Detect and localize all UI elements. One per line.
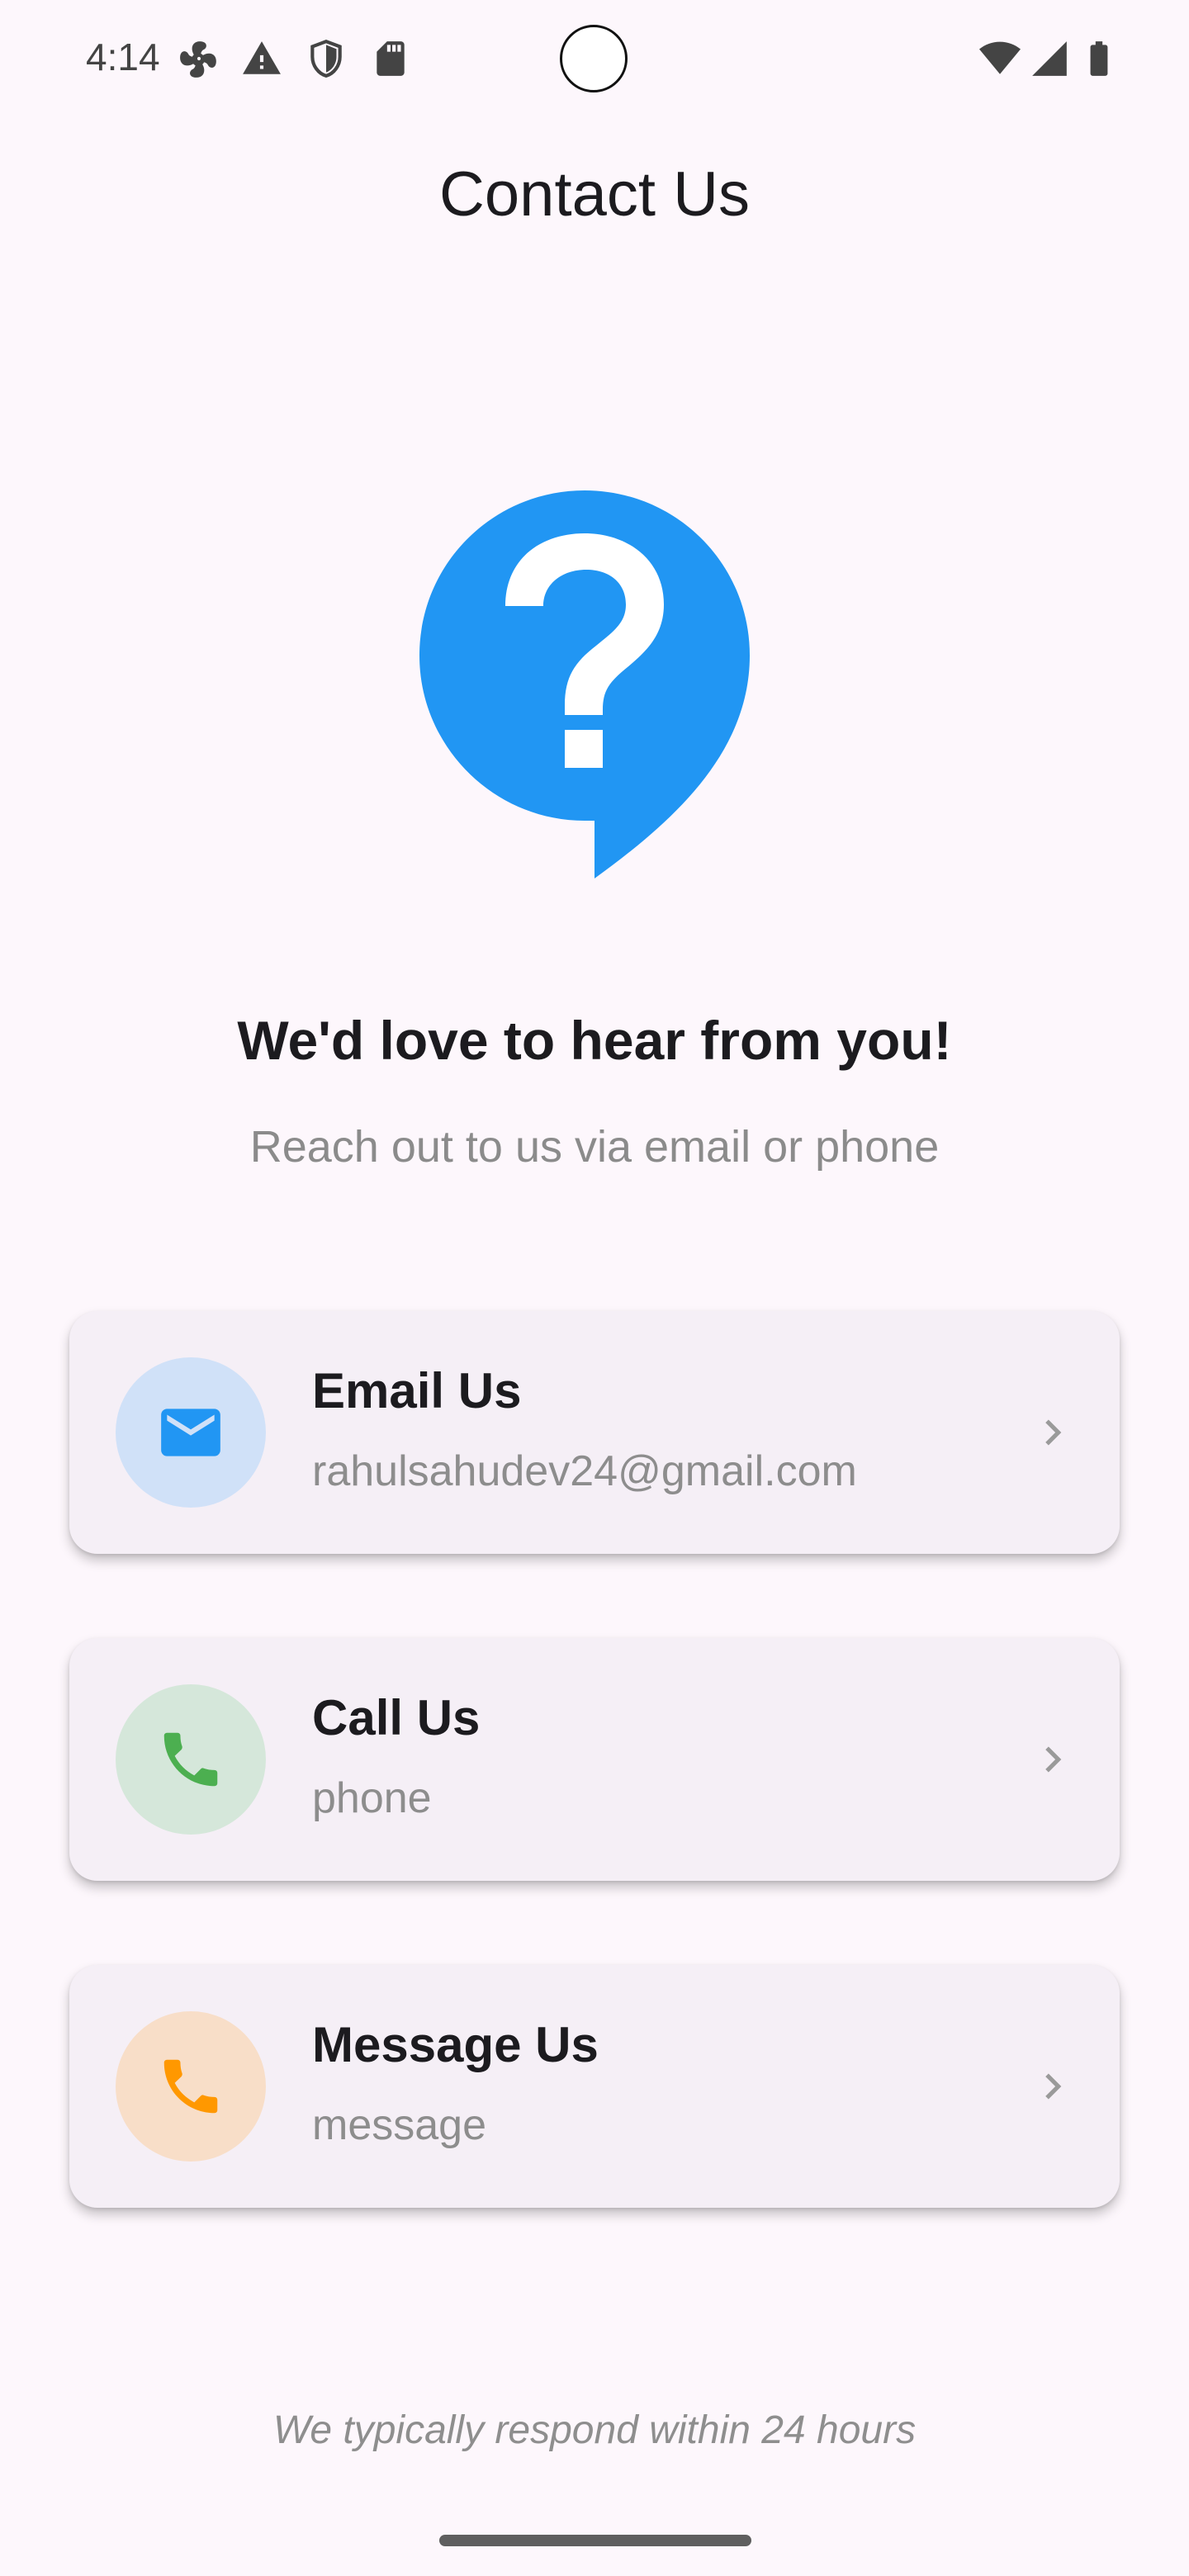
wifi-icon: [979, 41, 1021, 74]
email-icon-circle: [116, 1357, 266, 1508]
alert-icon: [243, 41, 281, 74]
message-value: message: [312, 2101, 486, 2149]
hero-subheadline: Reach out to us via email or phone: [249, 1122, 940, 1172]
camera-cutout: [560, 25, 628, 92]
email-us-title: Email Us: [312, 1363, 522, 1418]
fan-icon: [180, 41, 216, 78]
chevron-right-icon: [1045, 1746, 1062, 1773]
page-title: Contact Us: [439, 159, 750, 230]
chevron-right-icon: [1045, 1419, 1062, 1446]
message-us-title: Message Us: [312, 2017, 599, 2072]
home-indicator[interactable]: [439, 2535, 751, 2546]
status-bar: 4:14: [0, 0, 1189, 116]
sd-card-icon: [377, 41, 405, 76]
call-us-card[interactable]: Call Us phone: [69, 1638, 1120, 1881]
chevron-right-icon: [1045, 2073, 1062, 2100]
shield-icon: [310, 39, 342, 78]
response-time-note: We typically respond within 24 hours: [272, 2408, 917, 2452]
email-us-card[interactable]: Email Us rahulsahudev24@gmail.com: [69, 1311, 1120, 1554]
phone-icon: [163, 2059, 218, 2114]
battery-icon: [1090, 41, 1108, 76]
hero-headline: We'd love to hear from you!: [237, 1010, 952, 1071]
message-icon-circle: [116, 2011, 266, 2162]
status-time: 4:14: [86, 36, 160, 78]
signal-icon: [1032, 41, 1067, 76]
email-address: rahulsahudev24@gmail.com: [312, 1447, 857, 1495]
message-us-card[interactable]: Message Us message: [69, 1965, 1120, 2208]
mail-icon: [161, 1409, 220, 1456]
phone-value: phone: [312, 1774, 432, 1822]
call-icon-circle: [116, 1684, 266, 1835]
phone-icon: [163, 1732, 218, 1787]
call-us-title: Call Us: [312, 1690, 481, 1745]
help-bubble-icon: [419, 490, 750, 878]
